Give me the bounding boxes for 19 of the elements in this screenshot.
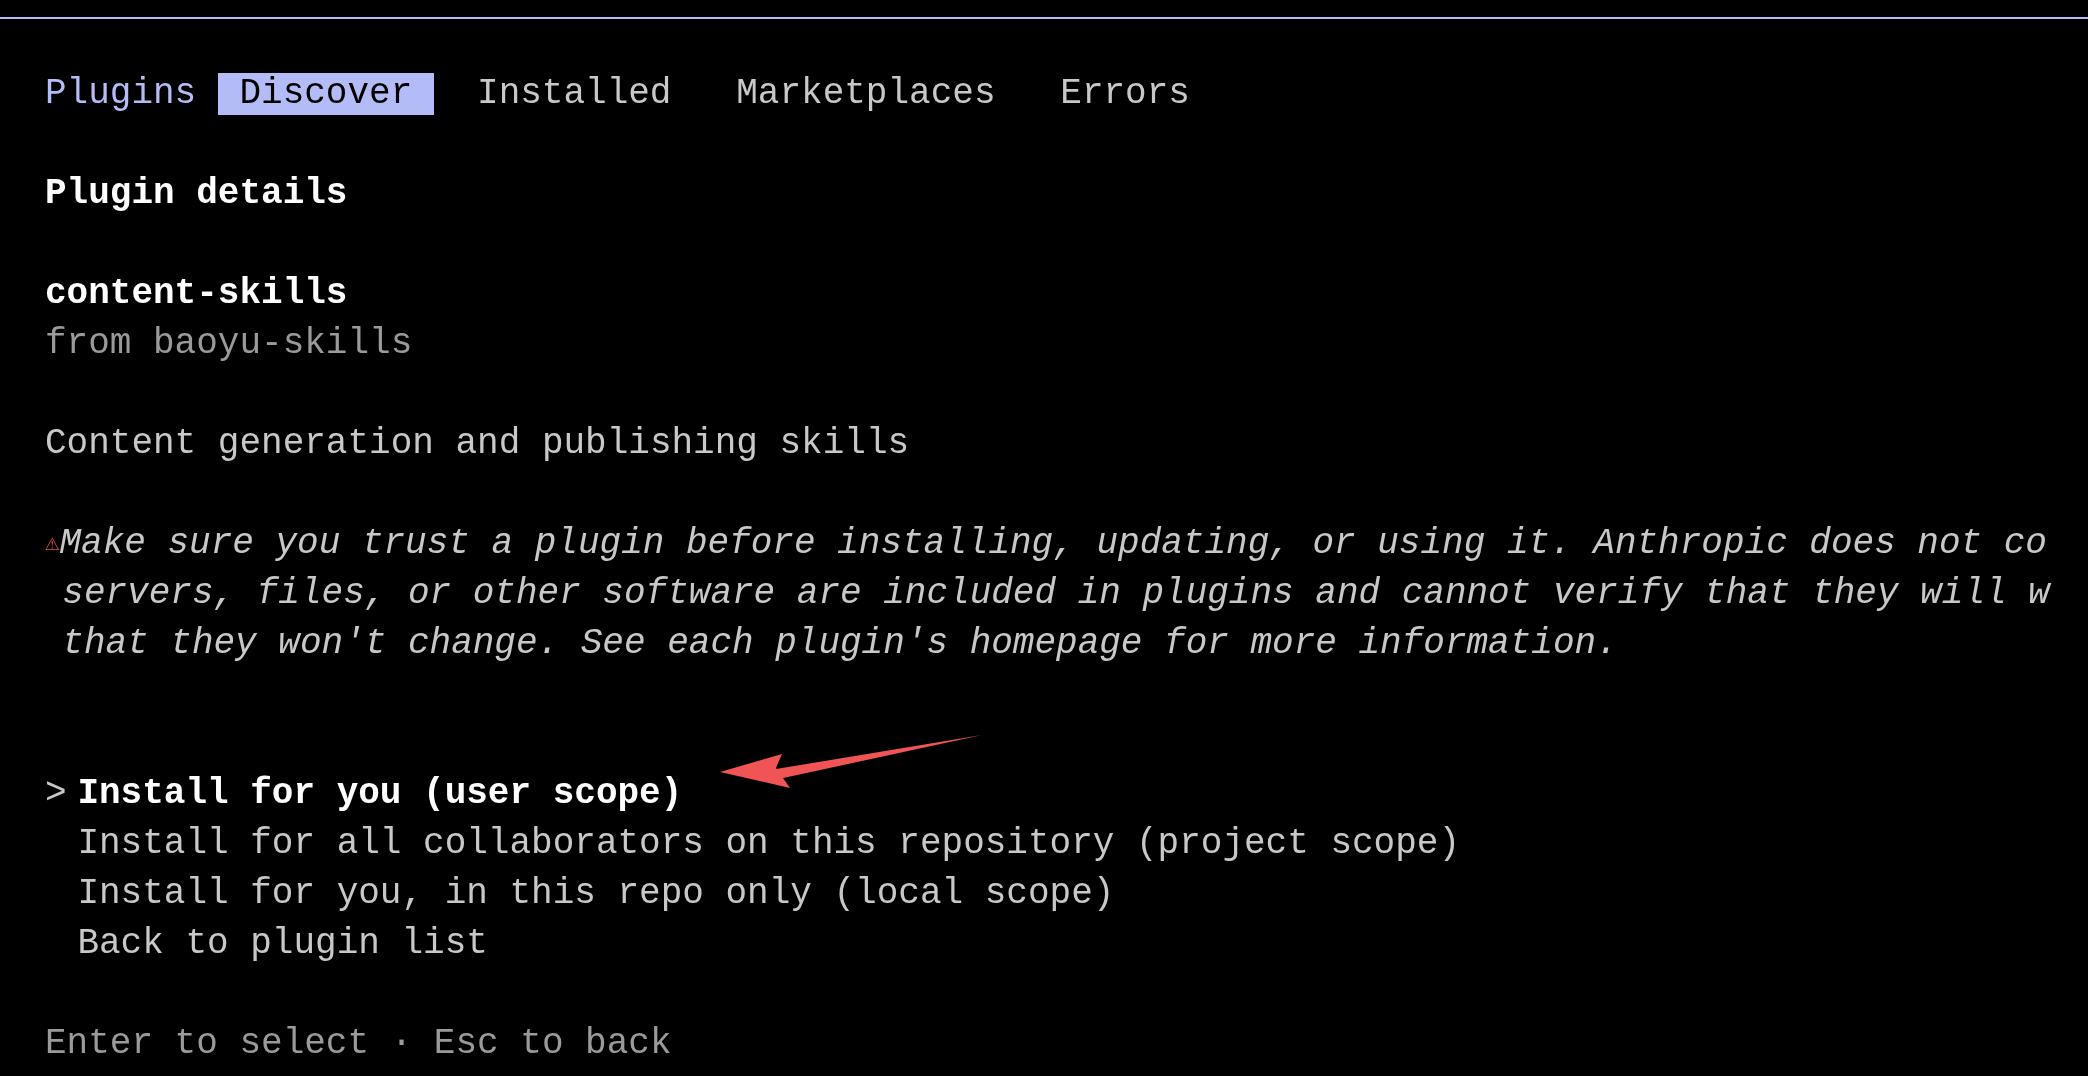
- plugin-description: Content generation and publishing skills: [45, 423, 910, 464]
- menu-option[interactable]: Back to plugin list: [77, 923, 488, 964]
- section-title: Plugin details: [45, 173, 348, 214]
- plugin-source: from baoyu-skills: [45, 323, 413, 364]
- plugin-name: content-skills: [45, 273, 348, 314]
- tab[interactable]: Marketplaces: [714, 73, 1018, 115]
- warning-text: that they won't change. See each plugin's homepage for more information.: [62, 622, 1618, 666]
- warning-text: servers, files, or other software are included in plugins and cannot verify that they will w: [62, 572, 2050, 616]
- warning-text: Make sure you trust a plugin before installing, updating, or using it. Anthropic does not co: [59, 522, 2047, 566]
- menu-option[interactable]: Install for you, in this repo only (local scope): [77, 873, 1115, 914]
- footer-hint: Enter to select · Esc to back: [45, 1023, 672, 1064]
- menu-option[interactable]: Install for you (user scope): [77, 773, 683, 814]
- pointer-icon: >: [45, 773, 67, 814]
- tab[interactable]: Installed: [455, 73, 694, 115]
- warning-icon: ⚠: [45, 519, 60, 569]
- menu-option[interactable]: Install for all collaborators on this repository (project scope): [77, 823, 1460, 864]
- tab[interactable]: Discover: [217, 73, 434, 115]
- header-title: Plugins: [45, 72, 197, 116]
- tab[interactable]: Errors: [1038, 73, 1212, 115]
